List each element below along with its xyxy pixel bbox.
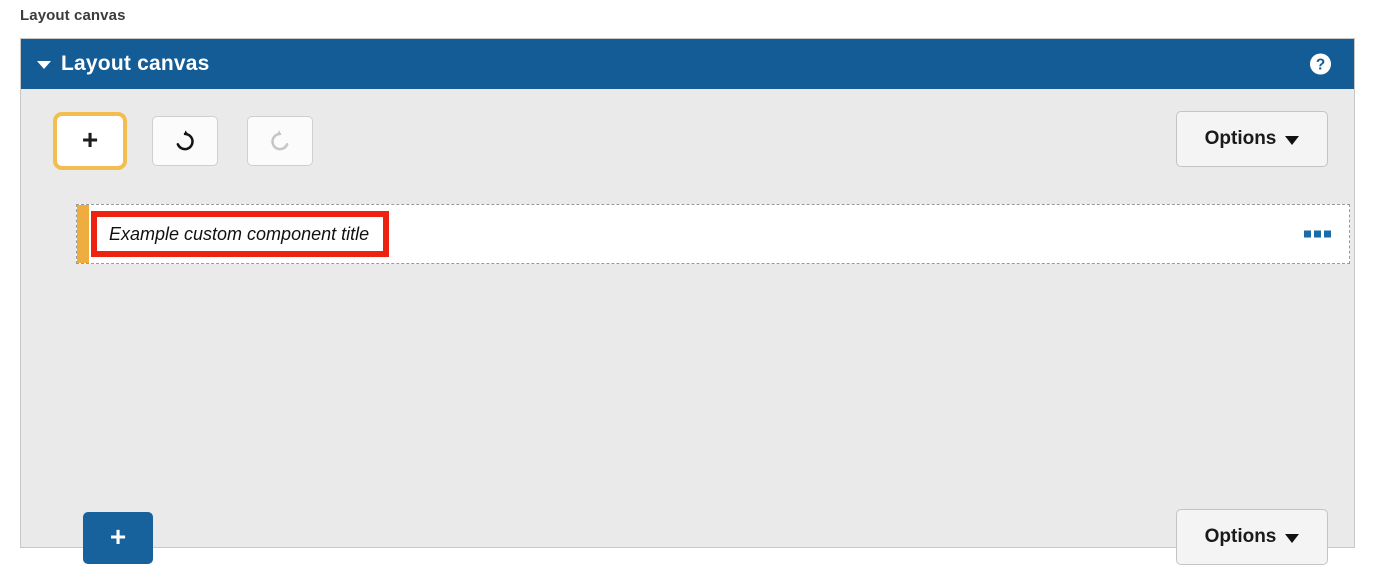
layout-canvas-panel: Layout canvas ? + Options Example custom…	[20, 38, 1355, 565]
canvas-body: + Options Example custom component title…	[21, 89, 1354, 565]
svg-text:?: ?	[1316, 56, 1325, 73]
chevron-down-icon	[1285, 136, 1300, 145]
add-component-button[interactable]: +	[57, 116, 123, 166]
undo-arrow-icon	[176, 130, 194, 151]
panel-header-left[interactable]: Layout canvas	[37, 52, 210, 76]
ellipsis-dot	[1314, 230, 1321, 238]
options-button-bottom[interactable]: Options	[1176, 509, 1328, 565]
caret-down-icon[interactable]	[37, 61, 51, 69]
panel-title: Layout canvas	[61, 52, 210, 75]
component-title: Example custom component title	[109, 223, 370, 244]
undo-button[interactable]	[152, 116, 218, 166]
drag-handle[interactable]	[77, 205, 89, 263]
ellipsis-icon[interactable]	[1304, 230, 1331, 238]
options-button-bottom-label: Options	[1204, 526, 1277, 547]
component-drop-row[interactable]: Example custom component title	[76, 204, 1350, 264]
canvas-toolbar: + Options	[57, 111, 1328, 171]
plus-icon: +	[109, 520, 127, 552]
options-button-top[interactable]: Options	[1176, 111, 1328, 167]
help-circle-icon[interactable]: ?	[1309, 53, 1332, 76]
ellipsis-dot	[1324, 230, 1331, 238]
plus-icon: +	[81, 123, 99, 155]
chevron-down-icon	[1285, 534, 1300, 543]
component-title-highlight: Example custom component title	[91, 211, 390, 257]
ellipsis-dot	[1304, 230, 1311, 238]
add-section-button[interactable]: +	[83, 512, 153, 564]
options-button-top-label: Options	[1204, 128, 1277, 149]
redo-button	[247, 116, 313, 166]
page-title: Layout canvas	[20, 7, 126, 24]
panel-header: Layout canvas ?	[21, 39, 1354, 89]
redo-arrow-icon	[271, 130, 289, 151]
component-content: Example custom component title	[89, 205, 1349, 263]
